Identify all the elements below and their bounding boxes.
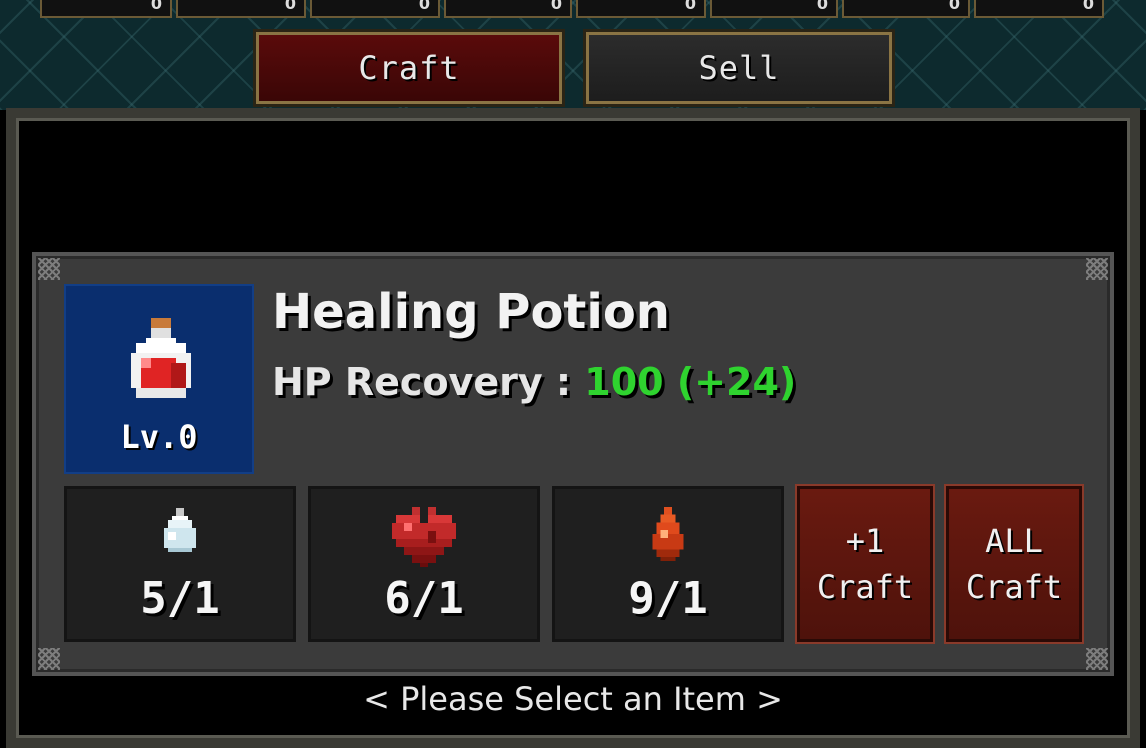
item-icon-box[interactable]: Lv.0 <box>64 284 254 474</box>
corner-ornament <box>38 258 60 280</box>
slot-value: 0 <box>418 0 430 13</box>
material-slot-heart[interactable]: 6/1 <box>308 486 540 642</box>
slot-6[interactable]: 0 <box>710 0 838 18</box>
select-item-hint: < Please Select an Item > <box>363 680 783 718</box>
potion-flask-icon <box>164 508 196 552</box>
slot-1[interactable]: 0 <box>40 0 172 18</box>
blood-drop-icon <box>652 507 684 561</box>
slot-4[interactable]: 0 <box>444 0 572 18</box>
material-count: 5/1 <box>140 573 220 624</box>
heart-icon <box>392 507 456 567</box>
slot-value: 0 <box>284 0 296 13</box>
tab-sell[interactable]: Sell <box>583 29 895 107</box>
tab-sell-label: Sell <box>698 49 780 87</box>
material-slot-potion[interactable]: 5/1 <box>64 486 296 642</box>
slot-8[interactable]: 0 <box>974 0 1104 18</box>
material-count: 9/1 <box>628 573 708 624</box>
craft-one-line2: Craft <box>816 568 914 606</box>
healing-potion-icon <box>131 318 191 398</box>
slot-value: 0 <box>1082 0 1094 13</box>
craft-all-line2: Craft <box>965 568 1063 606</box>
stat-value: 100 (+24) <box>584 360 797 404</box>
slot-7[interactable]: 0 <box>842 0 970 18</box>
material-slot-blood[interactable]: 9/1 <box>552 486 784 642</box>
slot-3[interactable]: 0 <box>310 0 440 18</box>
slot-2[interactable]: 0 <box>176 0 306 18</box>
item-level: Lv.0 <box>120 418 198 456</box>
tab-craft-label: Craft <box>358 49 460 87</box>
slot-value: 0 <box>150 0 162 13</box>
slot-5[interactable]: 0 <box>576 0 706 18</box>
craft-one-line1: +1 <box>845 522 885 560</box>
corner-ornament <box>1086 258 1108 280</box>
item-stat: HP Recovery : 100 (+24) <box>272 360 796 404</box>
item-name: Healing Potion <box>272 284 670 340</box>
craft-one-button[interactable]: +1 Craft <box>795 484 935 644</box>
slot-value: 0 <box>550 0 562 13</box>
material-count: 6/1 <box>384 573 464 624</box>
craft-all-line1: ALL <box>985 522 1043 560</box>
corner-ornament <box>38 648 60 670</box>
slot-value: 0 <box>816 0 828 13</box>
corner-ornament <box>1086 648 1108 670</box>
slot-value: 0 <box>948 0 960 13</box>
craft-all-button[interactable]: ALL Craft <box>944 484 1084 644</box>
tab-craft[interactable]: Craft <box>253 29 565 107</box>
stat-label: HP Recovery : <box>272 360 585 404</box>
slot-value: 0 <box>684 0 696 13</box>
